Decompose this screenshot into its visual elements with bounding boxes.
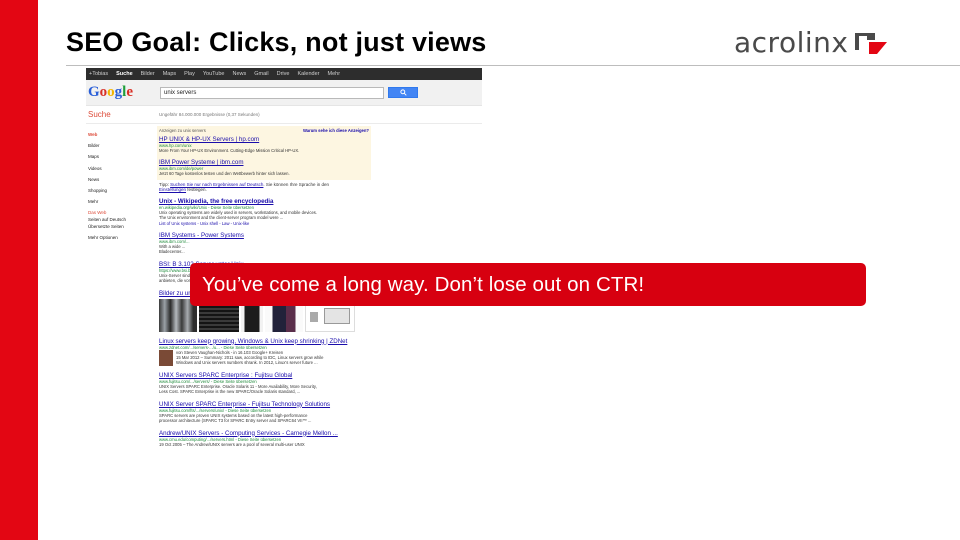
- suche-label: Suche: [88, 110, 111, 119]
- nav-item[interactable]: Bilder: [88, 143, 152, 148]
- search-result: Andrew/UNIX Servers - Computing Services…: [159, 430, 373, 447]
- topbar-item[interactable]: Suche: [116, 71, 133, 77]
- tip-link[interactable]: Suchen Sie nur nach Ergebnissen auf Deut…: [170, 182, 263, 187]
- google-logo: Google: [88, 84, 134, 100]
- ad-result: HP UNIX & HP-UX Servers | hp.com www.hp.…: [159, 136, 369, 153]
- google-left-nav: Web Bilder Maps Videos News Shopping Meh…: [88, 132, 152, 246]
- nav-more-tools[interactable]: Mehr Optionen: [88, 235, 152, 240]
- ctr-callout: You’ve come a long way. Don’t lose out o…: [190, 263, 866, 306]
- nav-item[interactable]: Videos: [88, 166, 152, 171]
- google-subheader: Suche Ungefähr 84.000.000 Ergebnisse (0,…: [86, 106, 482, 124]
- google-search-input[interactable]: unix servers: [160, 86, 384, 99]
- topbar-item[interactable]: YouTube: [203, 71, 225, 77]
- topbar-item[interactable]: Mehr: [328, 71, 341, 77]
- topbar-item[interactable]: Drive: [277, 71, 290, 77]
- nav-item[interactable]: News: [88, 177, 152, 182]
- topbar-item[interactable]: Kalender: [297, 71, 319, 77]
- ads-why-link[interactable]: Warum sehe ich diese Anzeigen?: [303, 128, 369, 133]
- language-tip: Tipp: Suchen Sie nur nach Ergebnissen au…: [159, 181, 329, 193]
- google-header: Google unix servers: [86, 80, 482, 106]
- ad-title-link[interactable]: IBM Power Systeme | ibm.com: [159, 159, 369, 166]
- tip-settings-link[interactable]: Einstellungen: [159, 187, 186, 192]
- nav-item[interactable]: Mehr: [88, 199, 152, 204]
- topbar-item[interactable]: Play: [184, 71, 195, 77]
- search-icon: [399, 89, 407, 96]
- result-title-link[interactable]: UNIX Server SPARC Enterprise - Fujitsu T…: [159, 401, 373, 408]
- ad-result: IBM Power Systeme | ibm.com www.ibm.com/…: [159, 159, 369, 176]
- topbar-item[interactable]: Gmail: [254, 71, 268, 77]
- nav-lang-item[interactable]: Übersetzte Seiten: [88, 224, 152, 229]
- title-divider: [66, 65, 960, 66]
- search-result: IBM Systems - Power Systems www.ibm.com/…: [159, 232, 373, 255]
- result-title-link[interactable]: UNIX Servers SPARC Enterprise : Fujitsu …: [159, 372, 373, 379]
- google-search-button[interactable]: [388, 87, 418, 98]
- slide-title: SEO Goal: Clicks, not just views: [66, 27, 487, 57]
- author-avatar[interactable]: [159, 349, 173, 366]
- ads-block: Anzeigen zu unix servers Warum sehe ich …: [157, 126, 371, 180]
- nav-item[interactable]: Shopping: [88, 188, 152, 193]
- accent-bar: [0, 0, 38, 540]
- ad-snippet: More From Your HP-UX Environment. Cuttin…: [159, 148, 300, 153]
- nav-item[interactable]: Maps: [88, 154, 152, 159]
- acrolinx-logo-mark-icon: [855, 33, 888, 54]
- ad-snippet: Jetzt 60 Tage kostenlos testen und den W…: [159, 171, 290, 177]
- nav-web[interactable]: Web: [88, 132, 152, 137]
- topbar-item[interactable]: Bilder: [141, 71, 155, 77]
- result-count: Ungefähr 84.000.000 Ergebnisse (0,37 Sek…: [159, 112, 260, 117]
- search-result: Linux servers keep growing, Windows & Un…: [159, 338, 373, 366]
- acrolinx-logo: acrolinx: [734, 28, 889, 58]
- result-title-link[interactable]: Linux servers keep growing, Windows & Un…: [159, 338, 373, 345]
- result-title-link[interactable]: IBM Systems - Power Systems: [159, 232, 373, 239]
- result-title-link[interactable]: Unix - Wikipedia, the free encyclopedia: [159, 198, 373, 205]
- search-result: UNIX Servers SPARC Enterprise : Fujitsu …: [159, 372, 373, 395]
- topbar-item[interactable]: Maps: [163, 71, 176, 77]
- result-title-link[interactable]: Andrew/UNIX Servers - Computing Services…: [159, 430, 373, 437]
- topbar-item[interactable]: News: [232, 71, 246, 77]
- logo-text: acrolinx: [734, 26, 849, 59]
- callout-text: You’ve come a long way. Don’t lose out o…: [202, 272, 645, 296]
- google-topbar: +Tobias Suche Bilder Maps Play YouTube News Gma…: [86, 68, 482, 80]
- ads-label: Anzeigen zu unix servers: [159, 128, 206, 133]
- ad-title-link[interactable]: HP UNIX & HP-UX Servers | hp.com: [159, 136, 369, 143]
- topbar-item[interactable]: +Tobias: [89, 71, 108, 77]
- search-result: Unix - Wikipedia, the free encyclopedia …: [159, 198, 373, 226]
- nav-lang-item[interactable]: Seiten auf Deutsch: [88, 217, 152, 222]
- nav-das-web[interactable]: Das Web: [88, 210, 152, 215]
- search-result: UNIX Server SPARC Enterprise - Fujitsu T…: [159, 401, 373, 424]
